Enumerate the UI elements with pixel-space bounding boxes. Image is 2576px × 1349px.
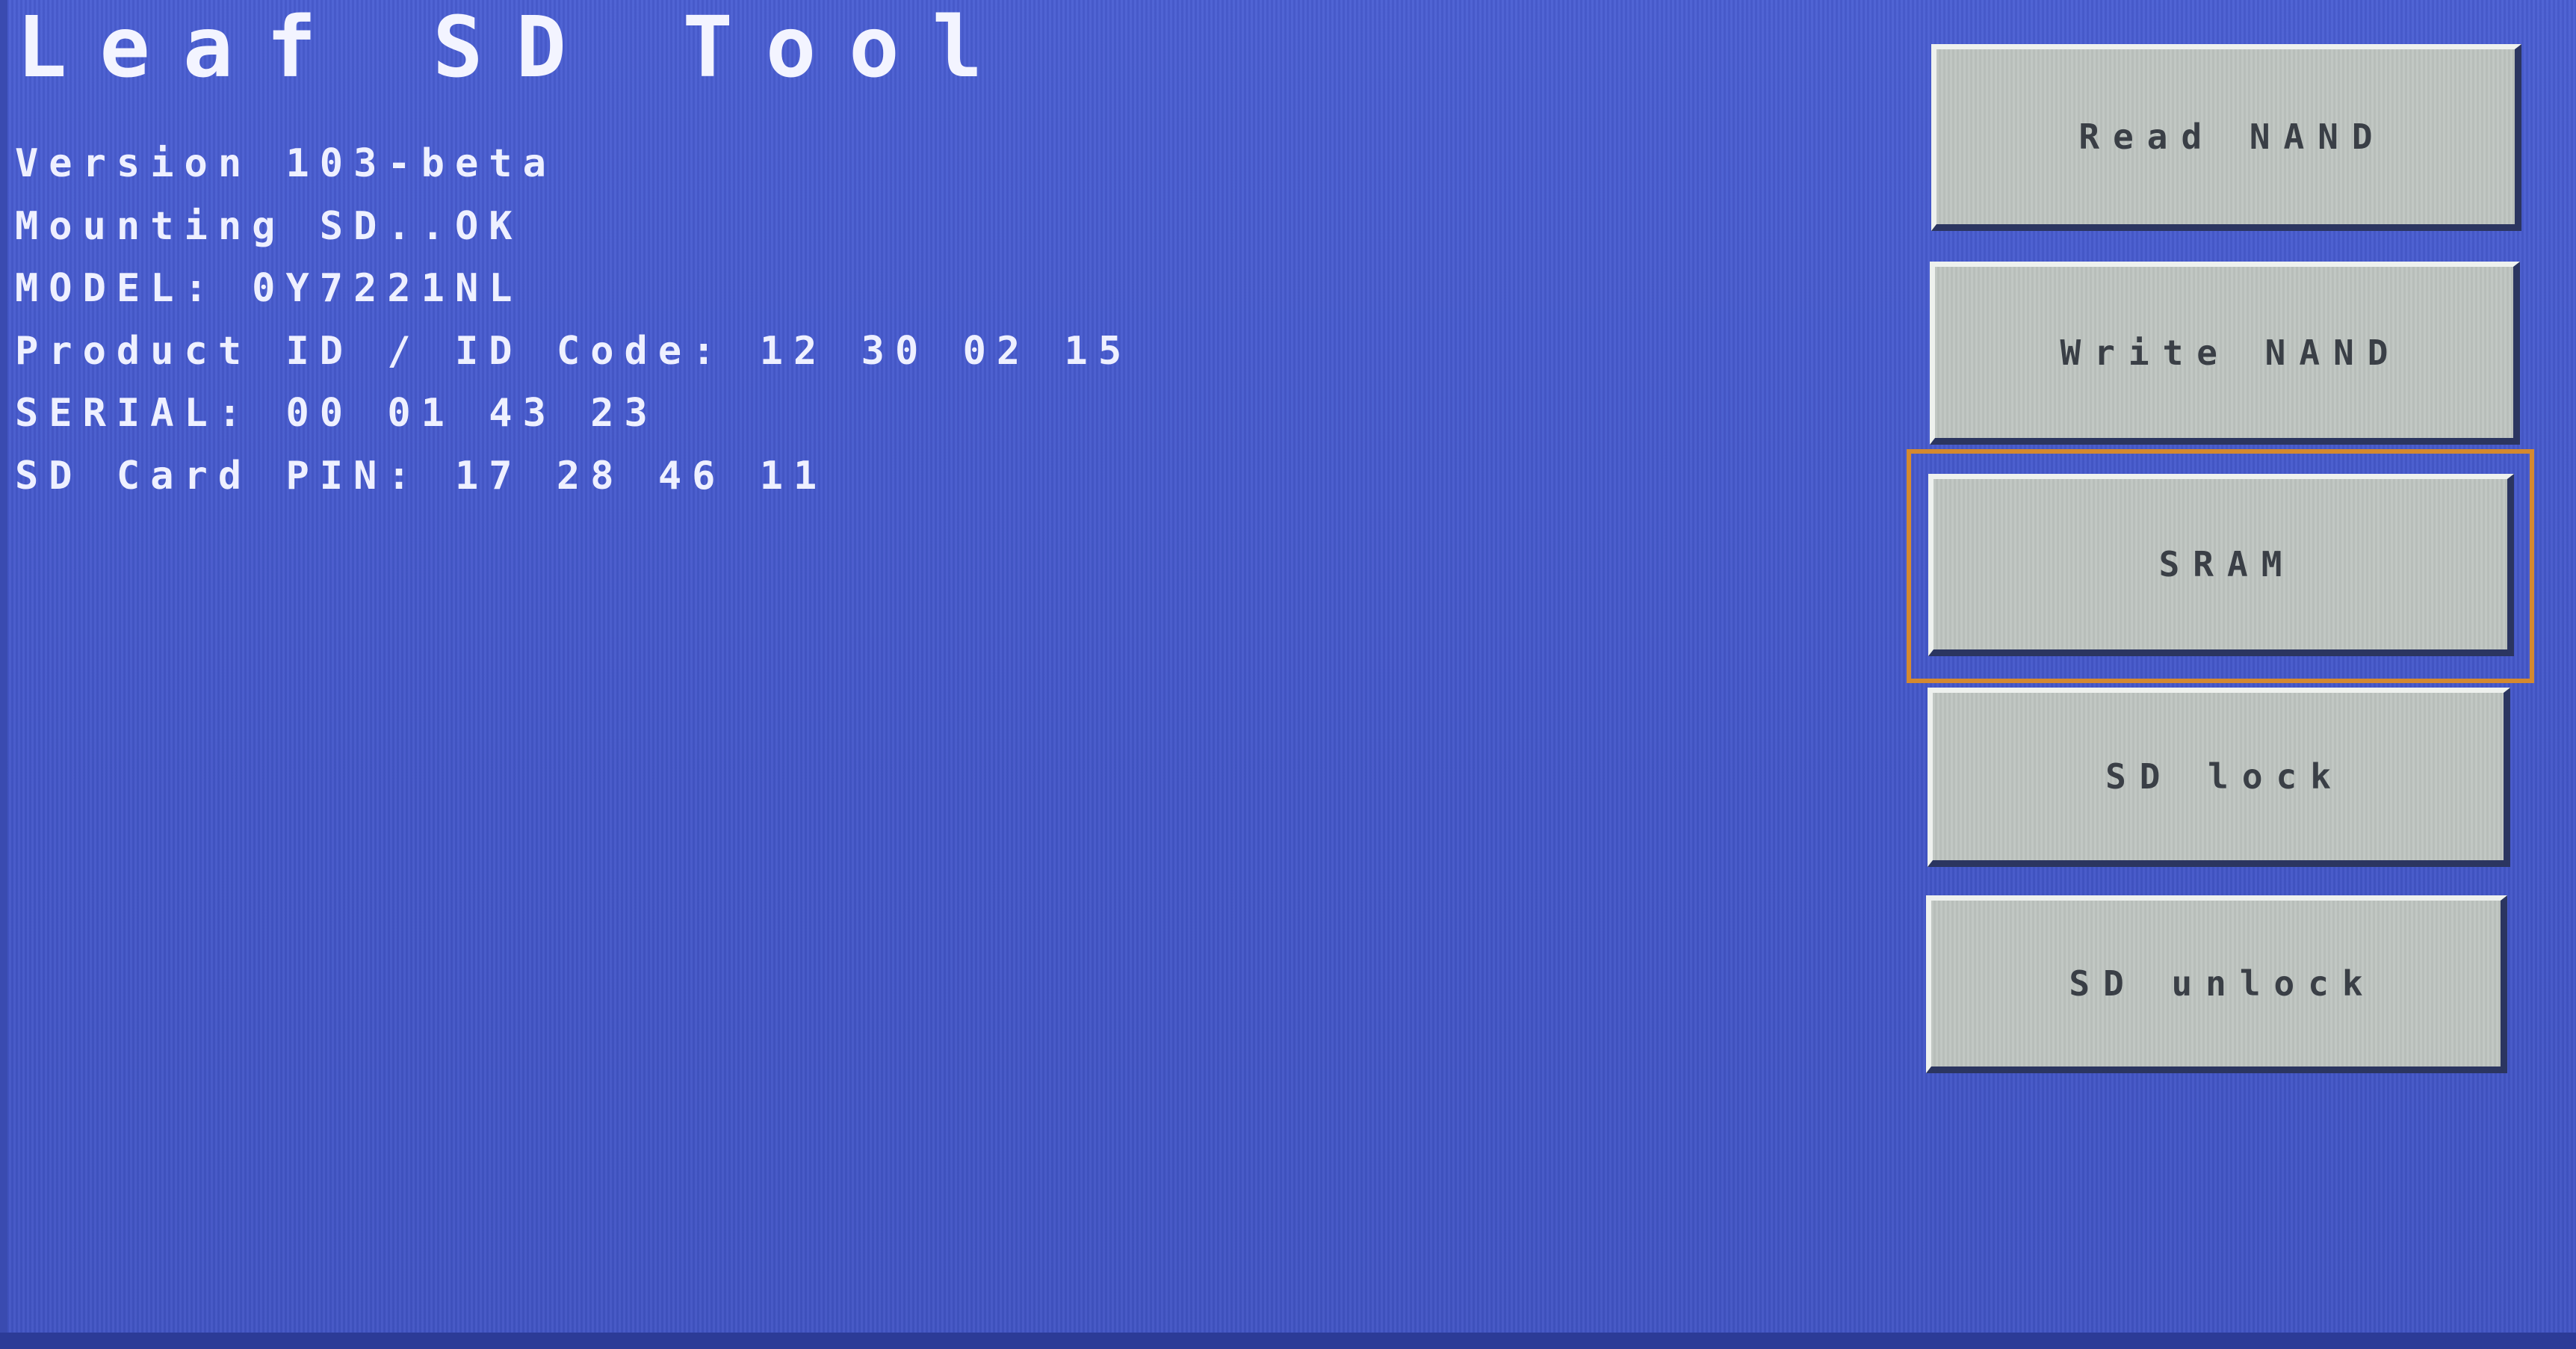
model-line: MODEL: 0Y7221NL — [15, 266, 523, 312]
sram-label: SRAM — [2158, 544, 2296, 584]
sd-unlock-button[interactable]: SD unlock — [1926, 895, 2507, 1073]
serial-line: SERIAL: 00 01 43 23 — [15, 391, 658, 436]
product-id-line: Product ID / ID Code: 12 30 02 15 — [15, 328, 1133, 374]
mount-status-line: Mounting SD..OK — [15, 203, 523, 249]
screen-bezel-bottom — [0, 1333, 2576, 1349]
version-line: Version 103-beta — [15, 141, 557, 186]
read-nand-label: Read NAND — [2078, 117, 2386, 157]
write-nand-button[interactable]: Write NAND — [1930, 262, 2520, 445]
sd-lock-label: SD lock — [2105, 756, 2344, 797]
screen-bezel-left — [0, 0, 7, 1349]
sram-button[interactable]: SRAM — [1928, 474, 2514, 656]
app-title: Leaf SD Tool — [16, 0, 1016, 96]
device-screen: Leaf SD Tool Version 103-beta Mounting S… — [0, 0, 2576, 1349]
status-info-list: Version 103-beta Mounting SD..OK MODEL: … — [15, 133, 1132, 508]
sd-unlock-label: SD unlock — [2069, 963, 2377, 1004]
read-nand-button[interactable]: Read NAND — [1931, 44, 2521, 231]
sd-lock-button[interactable]: SD lock — [1928, 688, 2510, 867]
write-nand-label: Write NAND — [2060, 332, 2402, 373]
sd-card-pin-line: SD Card PIN: 17 28 46 11 — [15, 453, 828, 498]
